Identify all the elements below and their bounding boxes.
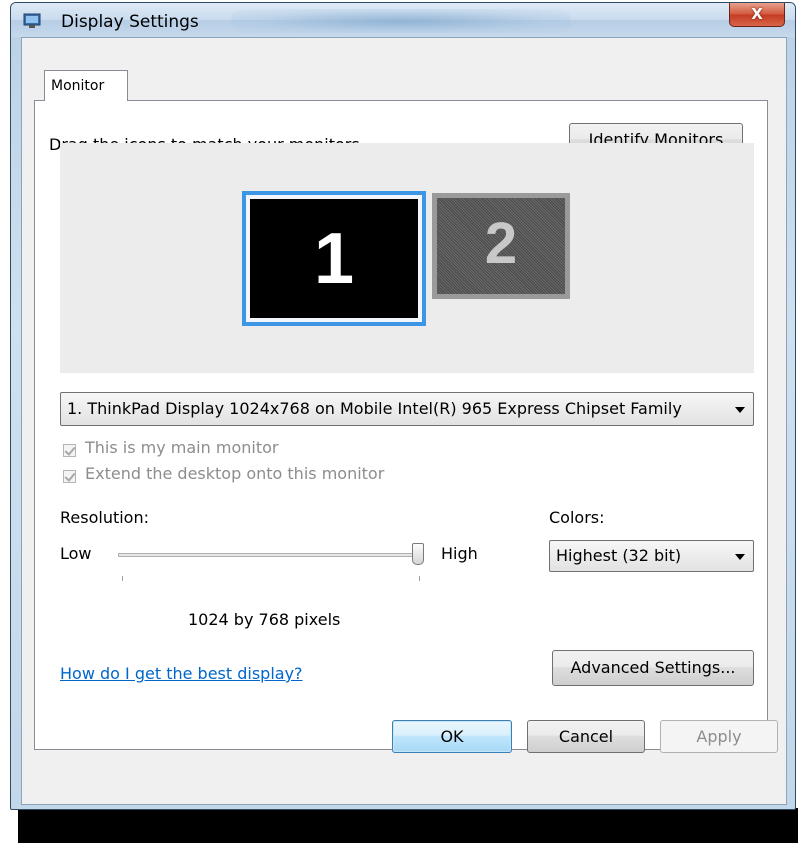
resolution-low-label: Low: [60, 544, 92, 563]
display-select-value: 1. ThinkPad Display 1024x768 on Mobile I…: [67, 399, 682, 418]
best-display-help-link[interactable]: How do I get the best display?: [60, 664, 303, 683]
monitor-arrangement-area: 1 2: [60, 143, 754, 373]
slider-tick-min: [122, 576, 123, 581]
display-settings-app-icon: [23, 13, 41, 28]
advanced-settings-button[interactable]: Advanced Settings...: [552, 650, 754, 686]
monitor-2-icon[interactable]: 2: [432, 193, 570, 299]
display-select[interactable]: 1. ThinkPad Display 1024x768 on Mobile I…: [60, 392, 754, 426]
resolution-slider-thumb[interactable]: [412, 543, 424, 565]
colors-select[interactable]: Highest (32 bit): [549, 540, 754, 572]
colors-select-value: Highest (32 bit): [556, 546, 682, 565]
resolution-slider-track[interactable]: [118, 553, 424, 557]
chevron-down-icon: [735, 554, 745, 560]
slider-tick-max: [419, 576, 420, 581]
screen-black-region: [18, 808, 798, 843]
title-bar[interactable]: Display Settings X: [11, 3, 795, 37]
apply-button[interactable]: Apply: [660, 720, 778, 753]
extend-desktop-checkbox[interactable]: [63, 470, 76, 483]
extend-desktop-label: Extend the desktop onto this monitor: [85, 464, 385, 483]
display-settings-window: Display Settings X Monitor Drag the icon…: [10, 2, 796, 810]
ok-button[interactable]: OK: [392, 720, 512, 753]
resolution-label: Resolution:: [60, 508, 149, 527]
tab-monitor[interactable]: Monitor: [44, 70, 128, 101]
window-title: Display Settings: [61, 12, 199, 32]
monitor-2-number: 2: [484, 211, 518, 276]
background-window-title-glow: [231, 9, 571, 33]
main-monitor-label: This is my main monitor: [85, 438, 279, 457]
resolution-value-text: 1024 by 768 pixels: [188, 610, 341, 629]
resolution-high-label: High: [441, 544, 478, 563]
monitor-1-icon[interactable]: 1: [242, 191, 426, 326]
chevron-down-icon: [735, 407, 745, 413]
main-monitor-checkbox[interactable]: [63, 444, 76, 457]
colors-label: Colors:: [549, 508, 605, 527]
dialog-client-area: Monitor Drag the icons to match your mon…: [21, 37, 787, 805]
cancel-button[interactable]: Cancel: [527, 720, 645, 753]
monitor-1-number: 1: [250, 199, 418, 318]
close-button[interactable]: X: [729, 3, 785, 27]
